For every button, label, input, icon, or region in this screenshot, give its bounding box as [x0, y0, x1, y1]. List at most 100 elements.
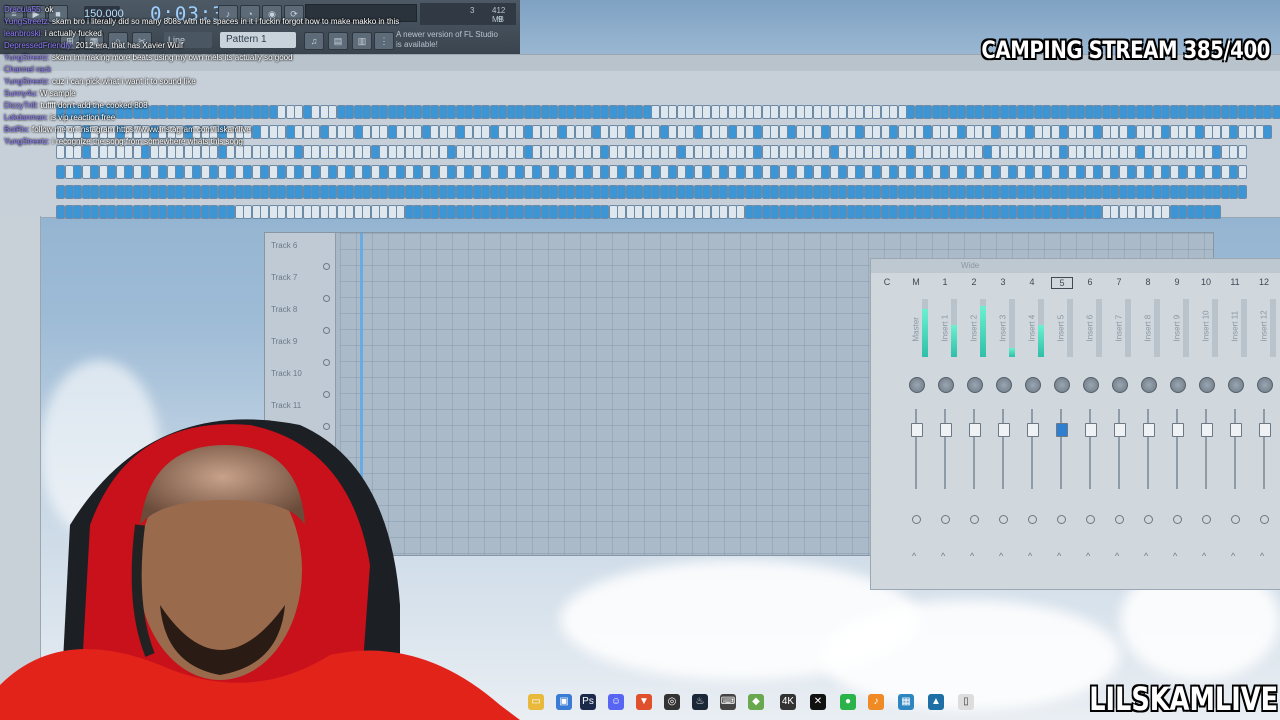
- pan-knob[interactable]: [1170, 377, 1186, 393]
- step-button[interactable]: [753, 105, 762, 119]
- step-button[interactable]: [1127, 205, 1136, 219]
- step-button[interactable]: [651, 185, 660, 199]
- track-mute-button[interactable]: [323, 295, 330, 302]
- pan-knob[interactable]: [1141, 377, 1157, 393]
- step-button[interactable]: [209, 185, 218, 199]
- step-button[interactable]: [175, 185, 184, 199]
- step-button[interactable]: [1008, 165, 1017, 179]
- track-mute-button[interactable]: [323, 327, 330, 334]
- step-button[interactable]: [532, 205, 541, 219]
- step-button[interactable]: [940, 125, 949, 139]
- app-icon[interactable]: ▲: [928, 694, 944, 710]
- step-button[interactable]: [566, 185, 575, 199]
- step-button[interactable]: [634, 165, 643, 179]
- step-button[interactable]: [702, 185, 711, 199]
- step-button[interactable]: [532, 185, 541, 199]
- step-button[interactable]: [1127, 105, 1136, 119]
- step-button[interactable]: [583, 165, 592, 179]
- step-button[interactable]: [940, 185, 949, 199]
- step-button[interactable]: [617, 145, 626, 159]
- step-button[interactable]: [1229, 145, 1238, 159]
- route-arrow-icon[interactable]: ^: [912, 551, 916, 561]
- step-button[interactable]: [838, 145, 847, 159]
- step-button[interactable]: [634, 125, 643, 139]
- step-button[interactable]: [617, 205, 626, 219]
- step-button[interactable]: [1161, 205, 1170, 219]
- send-switch[interactable]: [1260, 515, 1269, 524]
- volume-fader[interactable]: [1172, 423, 1184, 437]
- step-button[interactable]: [821, 125, 830, 139]
- step-button[interactable]: [515, 185, 524, 199]
- step-button[interactable]: [719, 125, 728, 139]
- step-button[interactable]: [821, 205, 830, 219]
- step-button[interactable]: [1093, 205, 1102, 219]
- step-button[interactable]: [158, 185, 167, 199]
- step-button[interactable]: [617, 105, 626, 119]
- step-button[interactable]: [1263, 105, 1272, 119]
- step-button[interactable]: [651, 105, 660, 119]
- step-button[interactable]: [804, 185, 813, 199]
- step-button[interactable]: [243, 185, 252, 199]
- route-arrow-icon[interactable]: ^: [1144, 551, 1148, 561]
- step-button[interactable]: [923, 165, 932, 179]
- step-button[interactable]: [838, 205, 847, 219]
- route-arrow-icon[interactable]: ^: [1115, 551, 1119, 561]
- step-button[interactable]: [464, 185, 473, 199]
- step-button[interactable]: [413, 205, 422, 219]
- step-button[interactable]: [685, 205, 694, 219]
- step-button[interactable]: [685, 125, 694, 139]
- step-button[interactable]: [736, 185, 745, 199]
- step-button[interactable]: [923, 205, 932, 219]
- step-button[interactable]: [719, 145, 728, 159]
- step-button[interactable]: [957, 165, 966, 179]
- step-button[interactable]: [1025, 145, 1034, 159]
- step-button[interactable]: [1110, 185, 1119, 199]
- step-button[interactable]: [855, 145, 864, 159]
- step-button[interactable]: [940, 105, 949, 119]
- step-button[interactable]: [583, 205, 592, 219]
- step-button[interactable]: [209, 205, 218, 219]
- step-button[interactable]: [566, 145, 575, 159]
- step-button[interactable]: [804, 145, 813, 159]
- step-button[interactable]: [668, 185, 677, 199]
- pan-knob[interactable]: [1083, 377, 1099, 393]
- step-button[interactable]: [600, 205, 609, 219]
- app-icon[interactable]: ●: [840, 694, 856, 710]
- step-button[interactable]: [226, 185, 235, 199]
- step-button[interactable]: [1059, 105, 1068, 119]
- step-button[interactable]: [1237, 145, 1247, 159]
- step-button[interactable]: [1042, 105, 1051, 119]
- step-button[interactable]: [532, 105, 541, 119]
- step-button[interactable]: [719, 165, 728, 179]
- send-switch[interactable]: [912, 515, 921, 524]
- step-button[interactable]: [1076, 165, 1085, 179]
- step-button[interactable]: [1144, 205, 1153, 219]
- step-button[interactable]: [1008, 105, 1017, 119]
- send-switch[interactable]: [1202, 515, 1211, 524]
- mixer-layout-label[interactable]: Wide: [961, 261, 979, 270]
- step-button[interactable]: [515, 205, 524, 219]
- route-arrow-icon[interactable]: ^: [1202, 551, 1206, 561]
- step-button[interactable]: [991, 125, 1000, 139]
- step-button[interactable]: [1161, 105, 1170, 119]
- step-button[interactable]: [1110, 125, 1119, 139]
- step-button[interactable]: [668, 205, 677, 219]
- step-button[interactable]: [1195, 125, 1204, 139]
- mixer-channel-number[interactable]: 10: [1196, 277, 1216, 287]
- folder-icon[interactable]: ▭: [528, 694, 544, 710]
- step-button[interactable]: [1144, 105, 1153, 119]
- pan-knob[interactable]: [1228, 377, 1244, 393]
- step-button[interactable]: [1042, 205, 1051, 219]
- step-button[interactable]: [736, 165, 745, 179]
- step-button[interactable]: [1229, 125, 1238, 139]
- step-button[interactable]: [1059, 145, 1068, 159]
- step-button[interactable]: [277, 205, 286, 219]
- track-label[interactable]: Track 9: [271, 337, 297, 346]
- step-button[interactable]: [260, 185, 269, 199]
- step-button[interactable]: [702, 125, 711, 139]
- step-button[interactable]: [1229, 105, 1238, 119]
- mixer-channel-number[interactable]: 9: [1167, 277, 1187, 287]
- step-button[interactable]: [498, 205, 507, 219]
- step-button[interactable]: [923, 145, 932, 159]
- mixer-channel-number[interactable]: 8: [1138, 277, 1158, 287]
